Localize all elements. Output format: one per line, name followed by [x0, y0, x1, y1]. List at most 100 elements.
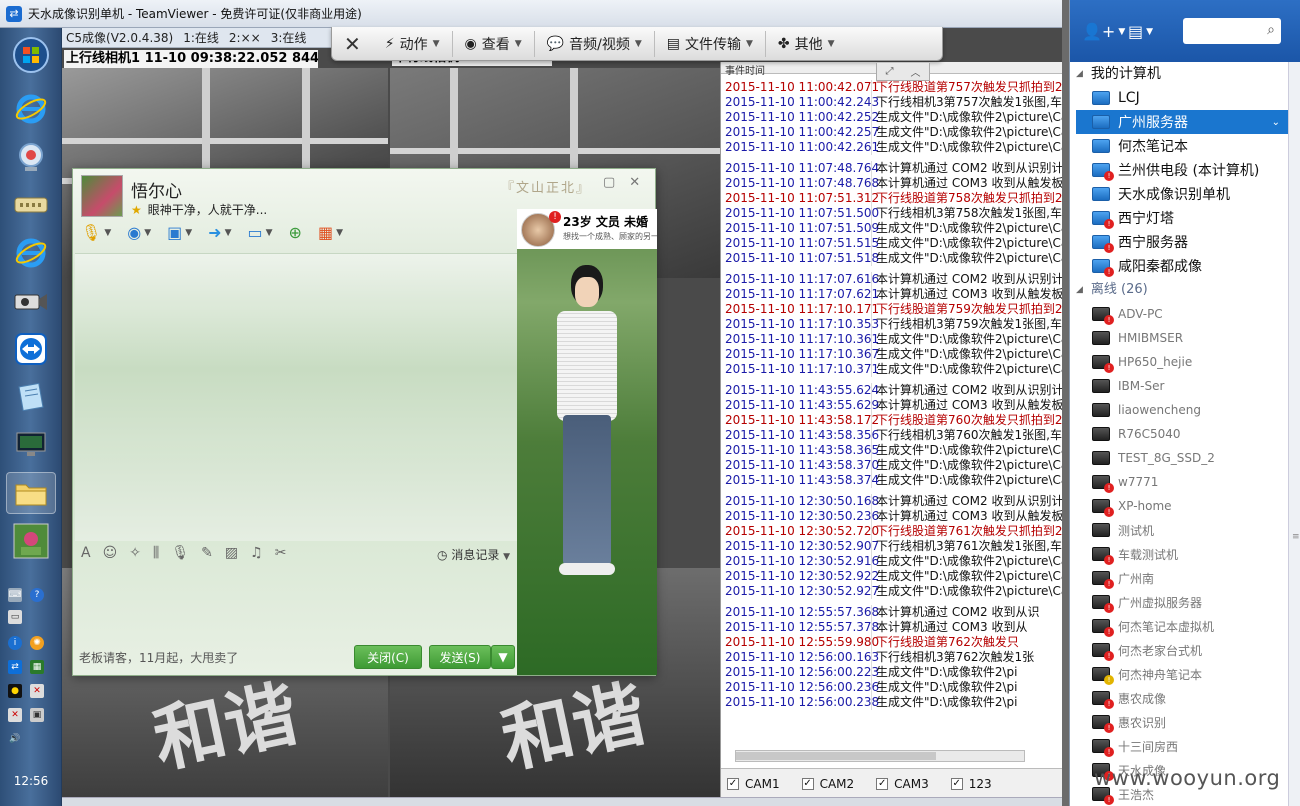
- send-button[interactable]: 发送(S): [429, 645, 491, 669]
- computer-item[interactable]: ! 何杰笔记本虚拟机: [1070, 614, 1288, 638]
- computer-item[interactable]: ! 何杰老家台式机: [1070, 638, 1288, 662]
- remote-bottom-scrollbar[interactable]: [62, 797, 1062, 806]
- log-row[interactable]: 2015-11-10 11:00:42.071 下行线股道第757次触发只抓拍到2…: [721, 80, 1062, 95]
- log-row[interactable]: 2015-11-10 12:30:50.236 本计算机通过 COM3 收到从触发…: [721, 509, 1062, 524]
- maximize-icon[interactable]: ▢: [603, 175, 615, 190]
- log-row[interactable]: 2015-11-10 11:43:55.624 本计算机通过 COM2 收到从识别…: [721, 383, 1062, 398]
- log-row[interactable]: 2015-11-10 11:17:10.371 生成文件"D:\成像软件2\pic…: [721, 362, 1062, 377]
- computer-item[interactable]: 何杰笔记本: [1070, 134, 1288, 158]
- contact-profile-card[interactable]: ! 23岁 文员 未婚 想找一个成熟、顾家的另一半: [517, 209, 657, 249]
- computer-item[interactable]: ! 咸阳秦都成像: [1070, 254, 1288, 278]
- log-row[interactable]: 2015-11-10 12:56:00.238 生成文件"D:\成像软件2\pi: [721, 695, 1062, 710]
- search-input[interactable]: ⌕: [1183, 18, 1281, 44]
- create-group-button[interactable]: ⊕: [289, 223, 302, 242]
- log-row[interactable]: 2015-11-10 11:07:51.515 生成文件"D:\成像软件2\pic…: [721, 236, 1062, 251]
- notepad-icon[interactable]: [6, 376, 56, 418]
- log-row[interactable]: 2015-11-10 11:17:10.353 下行线相机3第759次触发1张图,…: [721, 317, 1062, 332]
- computer-item[interactable]: ! XP-home: [1070, 494, 1288, 518]
- ie-icon[interactable]: [6, 232, 56, 274]
- voice-message-icon[interactable]: 🎙: [171, 545, 189, 561]
- keyboard-icon[interactable]: ⌨: [8, 588, 22, 602]
- computer-item[interactable]: ! 兰州供电段 (本计算机): [1070, 158, 1288, 182]
- camera-checkbox[interactable]: ✓ CAM1: [727, 777, 780, 791]
- file-transfer-menu-button[interactable]: ▤ 文件传输 ▼: [655, 30, 766, 57]
- windows-start-icon[interactable]: [6, 34, 56, 76]
- log-row[interactable]: 2015-11-10 12:55:57.368 本计算机通过 COM2 收到从识: [721, 605, 1062, 620]
- view-menu-button[interactable]: ◉ 查看 ▼: [453, 30, 535, 57]
- volume-icon[interactable]: 🔊: [8, 732, 22, 746]
- computer-item[interactable]: ! HP650_hejie: [1070, 350, 1288, 374]
- display-icon[interactable]: ▣: [30, 708, 44, 722]
- log-row[interactable]: 2015-11-10 12:30:52.922 生成文件"D:\成像软件2\pic…: [721, 569, 1062, 584]
- magic-icon[interactable]: ✧: [129, 545, 141, 561]
- log-row[interactable]: 2015-11-10 11:00:42.243 下行线相机3第757次触发1张图,…: [721, 95, 1062, 110]
- network-icon[interactable]: [6, 184, 56, 226]
- log-row[interactable]: 2015-11-10 11:07:51.518 生成文件"D:\成像软件2\pic…: [721, 251, 1062, 266]
- camera-checkbox[interactable]: ✓ 123: [950, 777, 992, 791]
- log-row[interactable]: 2015-11-10 11:43:58.356 下行线相机3第760次触发1张图,…: [721, 428, 1062, 443]
- folder-icon[interactable]: [6, 472, 56, 514]
- computer-item[interactable]: ! w7771: [1070, 470, 1288, 494]
- computer-item[interactable]: ! 惠农识别: [1070, 710, 1288, 734]
- computer-item[interactable]: IBM-Ser: [1070, 374, 1288, 398]
- close-icon[interactable]: ✕: [629, 175, 640, 190]
- sun-icon[interactable]: ✺: [30, 636, 44, 650]
- window-icon[interactable]: ▭: [8, 610, 22, 624]
- group-my-computers[interactable]: ◢ 我的计算机: [1070, 62, 1288, 86]
- fullscreen-icon[interactable]: ⤢: [886, 66, 894, 77]
- computer-item[interactable]: ! 西宁服务器: [1070, 230, 1288, 254]
- computer-item[interactable]: 天水成像识别单机: [1070, 182, 1288, 206]
- log-row[interactable]: 2015-11-10 11:00:42.257 生成文件"D:\成像软件2\pic…: [721, 125, 1062, 140]
- computer-item[interactable]: TEST_8G_SSD_2: [1070, 446, 1288, 470]
- chat-history-area[interactable]: [75, 253, 517, 541]
- teamviewer-icon[interactable]: [6, 328, 56, 370]
- log-row[interactable]: 2015-11-10 12:30:52.907 下行线相机3第761次触发1张图,…: [721, 539, 1062, 554]
- log-row[interactable]: 2015-11-10 11:43:58.365 生成文件"D:\成像软件2\pic…: [721, 443, 1062, 458]
- computer-item[interactable]: R76C5040: [1070, 422, 1288, 446]
- action-menu-button[interactable]: ⚡ 动作 ▼: [373, 30, 453, 57]
- group-offline[interactable]: ◢ 离线 (26): [1070, 278, 1288, 302]
- camera-checkbox[interactable]: ✓ CAM2: [801, 777, 854, 791]
- camera-checkbox[interactable]: ✓ CAM3: [876, 777, 929, 791]
- log-row[interactable]: 2015-11-10 11:07:51.312 下行线股道第758次触发只抓拍到2…: [721, 191, 1062, 206]
- log-row[interactable]: 2015-11-10 12:56:00.223 生成文件"D:\成像软件2\pi: [721, 665, 1062, 680]
- log-row[interactable]: 2015-11-10 12:55:59.980 下行线股道第762次触发只: [721, 635, 1062, 650]
- ie-icon[interactable]: [6, 88, 56, 130]
- log-row[interactable]: 2015-11-10 11:17:10.361 生成文件"D:\成像软件2\pic…: [721, 332, 1062, 347]
- video-call-button[interactable]: ◉ ▼: [127, 223, 151, 242]
- panel-vertical-scrollbar[interactable]: ≡: [1288, 62, 1300, 806]
- message-history-button[interactable]: ◷ 消息记录 ▼: [437, 546, 510, 563]
- screenshot-icon[interactable]: ✂: [275, 545, 287, 561]
- computer-item[interactable]: 广州服务器 ⌄: [1076, 110, 1288, 134]
- computer-item[interactable]: ! 十三间房西: [1070, 734, 1288, 758]
- log-row[interactable]: 2015-11-10 12:55:57.378 本计算机通过 COM3 收到从: [721, 620, 1062, 635]
- ad-text-link[interactable]: 老板请客，11月起，大甩卖了: [79, 649, 238, 666]
- computer-item[interactable]: ! 广州南: [1070, 566, 1288, 590]
- computer-item[interactable]: HMIBMSER: [1070, 326, 1288, 350]
- file-send-button[interactable]: ➜ ▼: [208, 223, 231, 242]
- screen-button[interactable]: ▭ ▼: [248, 223, 273, 242]
- log-row[interactable]: 2015-11-10 11:17:10.171 下行线股道第759次触发只抓拍到2…: [721, 302, 1062, 317]
- log-row[interactable]: 2015-11-10 11:43:55.629 本计算机通过 COM3 收到从触发…: [721, 398, 1062, 413]
- image-icon[interactable]: ▨: [225, 545, 238, 561]
- close-chat-button[interactable]: 关闭(C): [354, 645, 422, 669]
- network-error-icon[interactable]: ✕: [8, 708, 22, 722]
- chevron-up-icon[interactable]: ︿: [911, 64, 921, 79]
- log-row[interactable]: 2015-11-10 11:17:10.367 生成文件"D:\成像软件2\pic…: [721, 347, 1062, 362]
- disconnect-icon[interactable]: ✕: [30, 684, 44, 698]
- info-icon[interactable]: i: [8, 636, 22, 650]
- add-contact-button[interactable]: 👤+ ▼: [1082, 22, 1125, 41]
- computer-item[interactable]: ! 何杰神舟笔记本: [1070, 662, 1288, 686]
- log-row[interactable]: 2015-11-10 11:00:42.252 生成文件"D:\成像软件2\pic…: [721, 110, 1062, 125]
- computer-item[interactable]: ! 惠农成像: [1070, 686, 1288, 710]
- log-row[interactable]: 2015-11-10 11:17:07.621 本计算机通过 COM3 收到从触发…: [721, 287, 1062, 302]
- log-row[interactable]: 2015-11-10 11:07:48.764 本计算机通过 COM2 收到从识别…: [721, 161, 1062, 176]
- grid-icon[interactable]: ▦: [30, 660, 44, 674]
- log-row[interactable]: 2015-11-10 12:30:50.168 本计算机通过 COM2 收到从识别…: [721, 494, 1062, 509]
- log-row[interactable]: 2015-11-10 11:43:58.370 生成文件"D:\成像软件2\pic…: [721, 458, 1062, 473]
- log-horizontal-scrollbar[interactable]: [735, 750, 1025, 762]
- log-body[interactable]: 2015-11-10 11:00:42.071 下行线股道第757次触发只抓拍到2…: [721, 80, 1062, 710]
- log-row[interactable]: 2015-11-10 12:30:52.916 生成文件"D:\成像软件2\pic…: [721, 554, 1062, 569]
- teamviewer-tray-icon[interactable]: ⇄: [8, 660, 22, 674]
- edit-icon[interactable]: ✎: [201, 545, 213, 561]
